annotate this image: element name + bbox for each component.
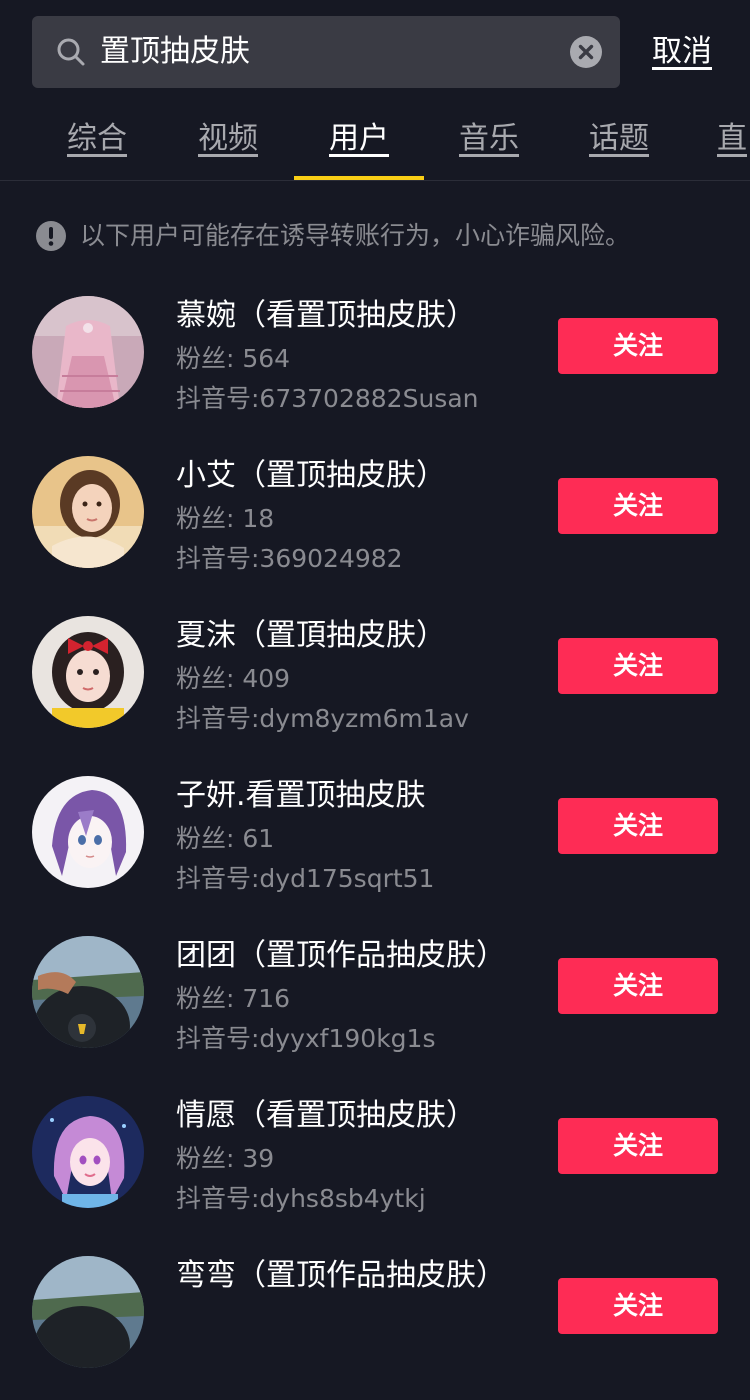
user-fans-count: 粉丝: 716 — [176, 984, 291, 1013]
avatar[interactable] — [32, 296, 144, 408]
avatar[interactable] — [32, 936, 144, 1048]
search-icon — [56, 37, 86, 67]
user-fans-count: 粉丝: 564 — [176, 344, 291, 373]
avatar[interactable] — [32, 1256, 144, 1368]
user-name: 团团（置顶作品抽皮肤） — [176, 938, 506, 973]
follow-button[interactable]: 关注 — [558, 478, 718, 534]
tab-video[interactable]: 视频 — [163, 100, 293, 180]
avatar[interactable] — [32, 456, 144, 568]
tab-bar: 综合 视频 用户 音乐 话题 直 — [0, 100, 750, 181]
exclamation-circle-icon — [36, 221, 66, 251]
follow-button[interactable]: 关注 — [558, 638, 718, 694]
user-douyin-id: 抖音号:dyyxf190kg1s — [176, 1024, 436, 1053]
user-row[interactable]: 小艾（置顶抽皮肤） 粉丝: 18 抖音号:369024982 关注 — [0, 440, 750, 600]
user-name: 夏沫（置頂抽皮肤） — [176, 618, 446, 653]
user-fans-count: 粉丝: 18 — [176, 504, 275, 533]
follow-button[interactable]: 关注 — [558, 958, 718, 1014]
active-tab-indicator — [294, 176, 424, 180]
user-row[interactable]: 子妍.看置顶抽皮肤 粉丝: 61 抖音号:dyd175sqrt51 关注 — [0, 760, 750, 920]
user-name: 弯弯（置顶作品抽皮肤） — [176, 1258, 506, 1293]
user-fans-count: 粉丝: 39 — [176, 1144, 275, 1173]
user-name: 情愿（看置顶抽皮肤） — [176, 1098, 476, 1133]
user-douyin-id: 抖音号:dyhs8sb4ytkj — [176, 1184, 426, 1213]
tab-music[interactable]: 音乐 — [424, 100, 554, 180]
follow-button[interactable]: 关注 — [558, 318, 718, 374]
follow-button[interactable]: 关注 — [558, 1278, 718, 1334]
avatar[interactable] — [32, 776, 144, 888]
avatar[interactable] — [32, 616, 144, 728]
user-name: 慕婉（看置顶抽皮肤） — [176, 298, 476, 333]
clear-search-icon[interactable] — [570, 36, 602, 68]
cancel-button[interactable]: 取消 — [652, 16, 712, 88]
search-bar[interactable]: 置顶抽皮肤 — [32, 16, 620, 88]
user-row[interactable]: 弯弯（置顶作品抽皮肤） 关注 — [0, 1240, 750, 1400]
warning-text: 以下用户可能存在诱导转账行为，小心诈骗风险。 — [80, 221, 631, 250]
user-row[interactable]: 夏沫（置頂抽皮肤） 粉丝: 409 抖音号:dym8yzm6m1av 关注 — [0, 600, 750, 760]
user-douyin-id: 抖音号:673702882Susan — [176, 384, 479, 413]
tab-users[interactable]: 用户 — [294, 100, 424, 180]
search-input[interactable]: 置顶抽皮肤 — [100, 16, 250, 88]
user-row[interactable]: 情愿（看置顶抽皮肤） 粉丝: 39 抖音号:dyhs8sb4ytkj 关注 — [0, 1080, 750, 1240]
user-list: 慕婉（看置顶抽皮肤） 粉丝: 564 抖音号:673702882Susan 关注… — [0, 280, 750, 1400]
follow-button[interactable]: 关注 — [558, 1118, 718, 1174]
user-row[interactable]: 团团（置顶作品抽皮肤） 粉丝: 716 抖音号:dyyxf190kg1s 关注 — [0, 920, 750, 1080]
tab-all[interactable]: 综合 — [32, 100, 162, 180]
user-fans-count: 粉丝: 61 — [176, 824, 275, 853]
tab-topics[interactable]: 话题 — [554, 100, 684, 180]
user-douyin-id: 抖音号:dym8yzm6m1av — [176, 704, 469, 733]
user-row[interactable]: 慕婉（看置顶抽皮肤） 粉丝: 564 抖音号:673702882Susan 关注 — [0, 280, 750, 440]
follow-button[interactable]: 关注 — [558, 798, 718, 854]
user-name: 子妍.看置顶抽皮肤 — [176, 778, 426, 813]
tab-live[interactable]: 直 — [685, 100, 750, 180]
user-douyin-id: 抖音号:369024982 — [176, 544, 403, 573]
avatar[interactable] — [32, 1096, 144, 1208]
user-fans-count: 粉丝: 409 — [176, 664, 291, 693]
user-name: 小艾（置顶抽皮肤） — [176, 458, 446, 493]
user-douyin-id: 抖音号:dyd175sqrt51 — [176, 864, 435, 893]
